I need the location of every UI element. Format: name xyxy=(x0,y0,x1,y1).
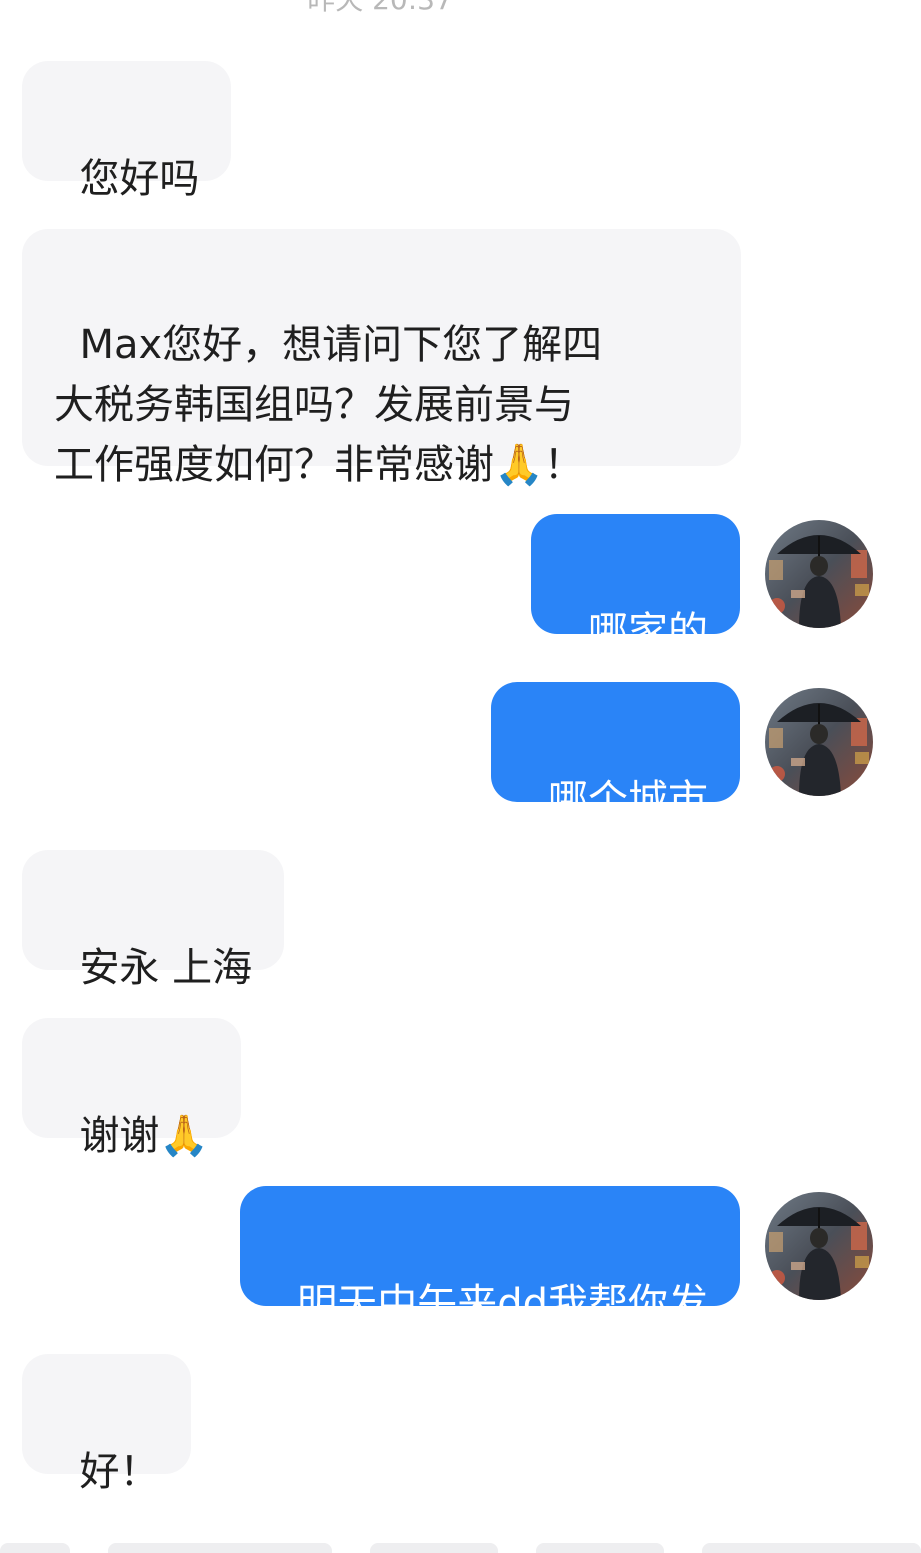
message-bubble-incoming[interactable]: 安永 上海 xyxy=(22,850,285,991)
chat-timestamp: 昨天 20:37 xyxy=(0,0,760,18)
avatar-photo-icon xyxy=(765,1192,873,1300)
message-text: 安永 上海 xyxy=(79,945,253,991)
message-bubble-outgoing[interactable]: 哪家的 xyxy=(530,514,740,655)
message-text: 明天中午来dd我帮你发 xyxy=(297,1281,708,1327)
message-text: Max您好，想请问下您了解四 大税务韩国组吗？发展前景与 工作强度如何？非常感谢… xyxy=(54,322,603,488)
message-text: 谢谢🙏 xyxy=(79,1113,210,1159)
message-bubble-outgoing[interactable]: 哪个城市 xyxy=(490,682,740,823)
quick-reply-chip[interactable] xyxy=(370,1543,498,1553)
message-bubble-incoming[interactable]: 您好吗 xyxy=(22,61,232,202)
avatar-photo-icon xyxy=(765,688,873,796)
message-text: 您好吗 xyxy=(79,156,200,202)
message-bubble-incoming[interactable]: 谢谢🙏 xyxy=(22,1018,242,1159)
user-avatar[interactable] xyxy=(765,520,873,628)
quick-reply-chip[interactable] xyxy=(108,1543,332,1553)
message-text: 哪个城市 xyxy=(548,777,708,823)
message-bubble-incoming[interactable]: Max您好，想请问下您了解四 大税务韩国组吗？发展前景与 工作强度如何？非常感谢… xyxy=(22,229,741,488)
avatar-photo-icon xyxy=(765,520,873,628)
message-bubble-outgoing[interactable]: 明天中午来dd我帮你发 xyxy=(239,1186,740,1327)
quick-reply-chip[interactable] xyxy=(0,1543,70,1553)
message-text: 哪家的 xyxy=(588,609,708,655)
quick-reply-chip[interactable] xyxy=(702,1543,921,1553)
quick-reply-bar xyxy=(0,1541,921,1553)
quick-reply-chip[interactable] xyxy=(536,1543,664,1553)
user-avatar[interactable] xyxy=(765,688,873,796)
user-avatar[interactable] xyxy=(765,1192,873,1300)
message-text: 好！ xyxy=(79,1449,160,1495)
message-bubble-incoming[interactable]: 好！ xyxy=(22,1354,192,1495)
